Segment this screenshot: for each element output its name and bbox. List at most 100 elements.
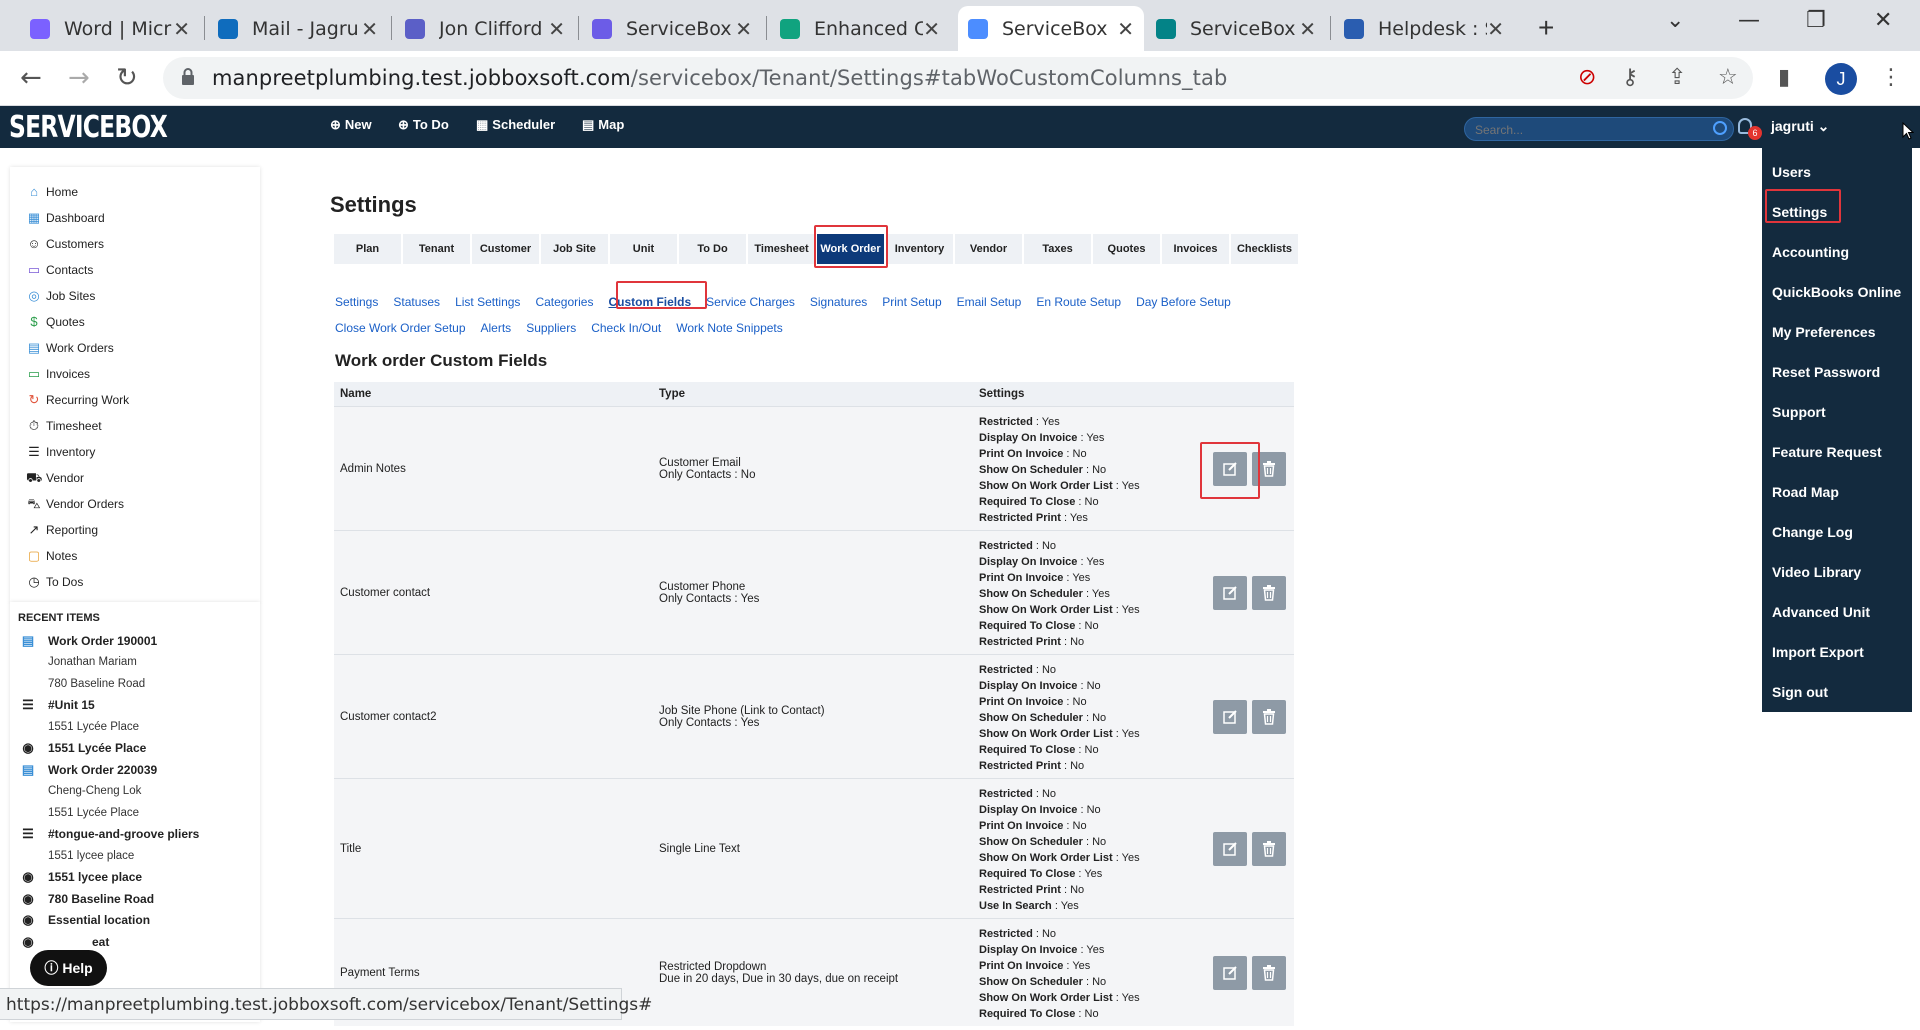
sidebar-item-to-dos[interactable]: ◷ To Dos — [10, 569, 260, 595]
sublink-work-note-snippets[interactable]: Work Note Snippets — [676, 321, 783, 335]
user-menu-reset-password[interactable]: Reset Password — [1762, 352, 1912, 392]
close-window-button[interactable]: ✕ — [1874, 8, 1892, 33]
tab-close-icon[interactable]: ✕ — [735, 17, 752, 41]
sidebar-item-recurring-work[interactable]: ↻ Recurring Work — [10, 387, 260, 413]
browser-tab[interactable]: ServiceBox ✕ — [958, 6, 1144, 51]
browser-tab[interactable]: ServiceBox ✕ — [1146, 6, 1326, 51]
user-menu-toggle[interactable]: jagruti ⌄ — [1771, 118, 1829, 135]
recent-item[interactable]: ◉ 780 Baseline Road — [20, 888, 260, 910]
user-menu-feature-request[interactable]: Feature Request — [1762, 432, 1912, 472]
tab-plan[interactable]: Plan — [334, 234, 401, 264]
restore-button[interactable]: ❐ — [1806, 8, 1826, 33]
recent-item[interactable]: ▤ Work Order 190001 — [20, 630, 260, 652]
help-button[interactable]: ⓘ Help — [30, 950, 107, 986]
sublink-categories[interactable]: Categories — [535, 295, 593, 309]
sublink-email-setup[interactable]: Email Setup — [957, 295, 1022, 309]
sidebar-item-vendor-orders[interactable]: ⛍ Vendor Orders — [10, 491, 260, 517]
search-icon[interactable] — [1713, 121, 1727, 135]
key-icon[interactable]: ⚷ — [1622, 65, 1638, 90]
sidebar-item-timesheet[interactable]: ⏱ Timesheet — [10, 413, 260, 439]
tab-to-do[interactable]: To Do — [679, 234, 746, 264]
sidebar-item-contacts[interactable]: ▭ Contacts — [10, 257, 260, 283]
user-menu-my-preferences[interactable]: My Preferences — [1762, 312, 1912, 352]
tab-checklists[interactable]: Checklists — [1231, 234, 1298, 264]
user-menu-sign-out[interactable]: Sign out — [1762, 672, 1912, 712]
nav-scheduler[interactable]: ▦ Scheduler — [476, 117, 555, 133]
sidebar-item-job-sites[interactable]: ◎ Job Sites — [10, 283, 260, 309]
tab-search-icon[interactable]: ⌄ — [1666, 8, 1684, 33]
sublink-suppliers[interactable]: Suppliers — [526, 321, 576, 335]
recent-item[interactable]: ☰ #Unit 15 — [20, 695, 260, 717]
kebab-menu-icon[interactable]: ⋮ — [1880, 65, 1902, 90]
tab-customer[interactable]: Customer — [472, 234, 539, 264]
edit-button[interactable] — [1213, 831, 1247, 866]
tab-inventory[interactable]: Inventory — [886, 234, 953, 264]
delete-button[interactable] — [1252, 955, 1286, 990]
sublink-print-setup[interactable]: Print Setup — [882, 295, 941, 309]
sidebar-item-quotes[interactable]: $ Quotes — [10, 309, 260, 335]
tab-timesheet[interactable]: Timesheet — [748, 234, 815, 264]
browser-tab[interactable]: Mail - Jagru ✕ — [208, 6, 388, 51]
reload-icon[interactable]: ↻ — [116, 63, 138, 93]
user-menu-video-library[interactable]: Video Library — [1762, 552, 1912, 592]
recent-item[interactable]: ☰ #tongue-and-groove pliers — [20, 824, 260, 846]
tab-unit[interactable]: Unit — [610, 234, 677, 264]
sidebar-item-customers[interactable]: ☺ Customers — [10, 231, 260, 257]
url-omnibox[interactable]: manpreetplumbing.test.jobboxsoft.com/ser… — [163, 57, 1753, 99]
user-menu-advanced-unit[interactable]: Advanced Unit — [1762, 592, 1912, 632]
tab-invoices[interactable]: Invoices — [1162, 234, 1229, 264]
profile-avatar[interactable]: J — [1825, 63, 1857, 95]
user-menu-road-map[interactable]: Road Map — [1762, 472, 1912, 512]
sublink-day-before-setup[interactable]: Day Before Setup — [1136, 295, 1231, 309]
sublink-statuses[interactable]: Statuses — [393, 295, 440, 309]
user-menu-users[interactable]: Users — [1762, 152, 1912, 192]
sidebar-item-inventory[interactable]: ☰ Inventory — [10, 439, 260, 465]
recent-item[interactable]: ◉ 1551 Lycée Place — [20, 738, 260, 760]
recent-item[interactable]: ◉ 1551 lycee place — [20, 867, 260, 889]
user-menu-quickbooks-online[interactable]: QuickBooks Online — [1762, 272, 1912, 312]
sublink-close-work-order-setup[interactable]: Close Work Order Setup — [335, 321, 466, 335]
location-blocked-icon[interactable]: ⊘ — [1578, 65, 1596, 90]
tab-close-icon[interactable]: ✕ — [1117, 17, 1134, 41]
sublink-check-in-out[interactable]: Check In/Out — [591, 321, 661, 335]
side-panel-icon[interactable]: ▮ — [1778, 65, 1790, 90]
minimize-button[interactable]: — — [1738, 8, 1760, 33]
edit-button[interactable] — [1213, 955, 1247, 990]
sidebar-item-vendor[interactable]: ⛟ Vendor — [10, 465, 260, 491]
sidebar-item-home[interactable]: ⌂ Home — [10, 179, 260, 205]
user-menu-import-export[interactable]: Import Export — [1762, 632, 1912, 672]
sidebar-item-work-orders[interactable]: ▤ Work Orders — [10, 335, 260, 361]
tab-close-icon[interactable]: ✕ — [923, 17, 940, 41]
sublink-en-route-setup[interactable]: En Route Setup — [1036, 295, 1121, 309]
tab-vendor[interactable]: Vendor — [955, 234, 1022, 264]
tab-tenant[interactable]: Tenant — [403, 234, 470, 264]
user-menu-accounting[interactable]: Accounting — [1762, 232, 1912, 272]
sublink-service-charges[interactable]: Service Charges — [706, 295, 795, 309]
tab-close-icon[interactable]: ✕ — [1487, 17, 1504, 41]
browser-tab[interactable]: Word | Micr ✕ — [20, 6, 200, 51]
sidebar-item-notes[interactable]: ▢ Notes — [10, 543, 260, 569]
search-input[interactable] — [1473, 122, 1693, 138]
tab-close-icon[interactable]: ✕ — [361, 17, 378, 41]
nav-new[interactable]: ⊕ New — [330, 117, 372, 133]
back-arrow-icon[interactable]: ← — [20, 63, 42, 93]
delete-button[interactable] — [1252, 831, 1286, 866]
recent-item[interactable]: ◉ Essential location — [20, 910, 260, 932]
sidebar-item-dashboard[interactable]: ▦ Dashboard — [10, 205, 260, 231]
sublink-list-settings[interactable]: List Settings — [455, 295, 520, 309]
delete-button[interactable] — [1252, 575, 1286, 610]
global-search[interactable] — [1464, 117, 1734, 141]
tab-close-icon[interactable]: ✕ — [173, 17, 190, 41]
recent-item[interactable]: ▤ Work Order 220039 — [20, 759, 260, 781]
tab-job-site[interactable]: Job Site — [541, 234, 608, 264]
forward-arrow-icon[interactable]: → — [68, 63, 90, 93]
sublink-alerts[interactable]: Alerts — [481, 321, 512, 335]
tab-close-icon[interactable]: ✕ — [1299, 17, 1316, 41]
bookmark-star-icon[interactable]: ☆ — [1718, 65, 1738, 90]
share-icon[interactable]: ⇪ — [1668, 65, 1686, 90]
browser-tab[interactable]: Enhanced C ✕ — [770, 6, 950, 51]
browser-tab[interactable]: Jon Clifford ✕ — [395, 6, 575, 51]
user-menu-change-log[interactable]: Change Log — [1762, 512, 1912, 552]
delete-button[interactable] — [1252, 699, 1286, 734]
nav-todo[interactable]: ⊕ To Do — [398, 117, 449, 133]
